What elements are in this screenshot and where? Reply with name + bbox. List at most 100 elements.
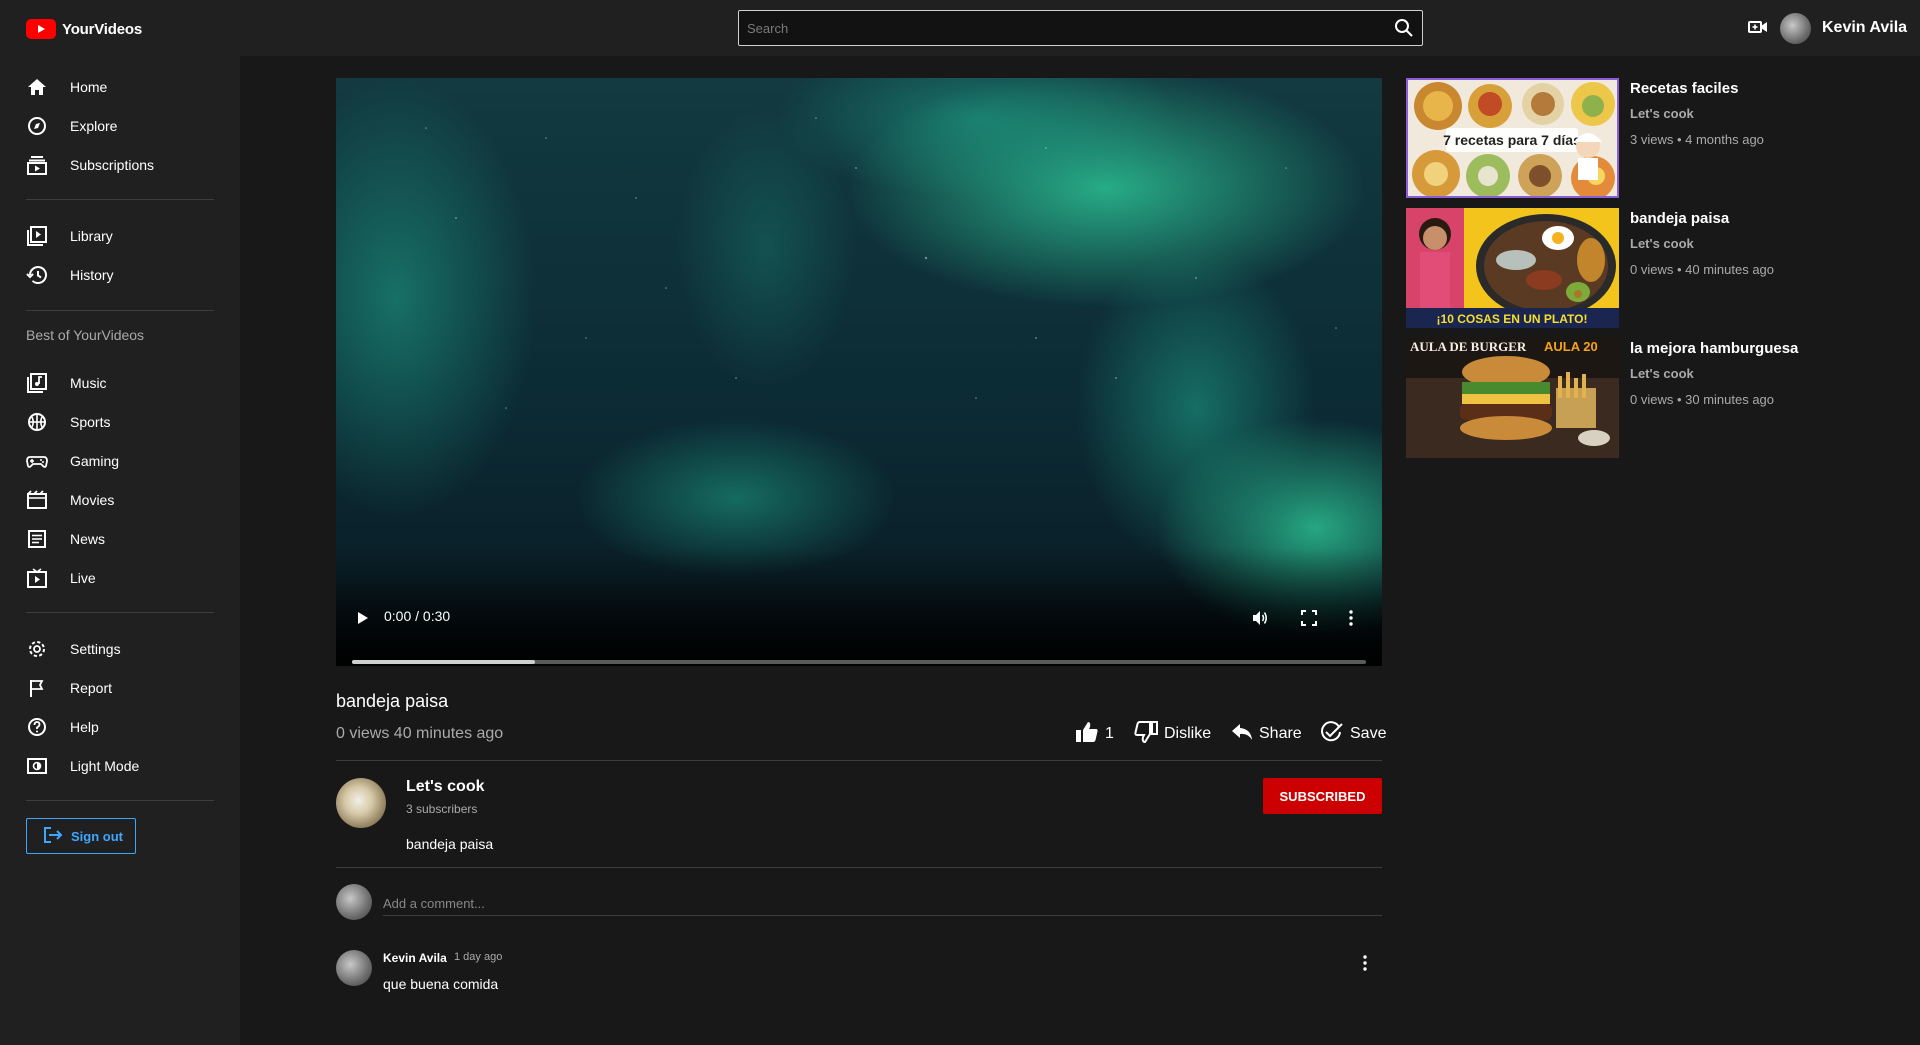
save-button[interactable]: Save: [1320, 720, 1387, 748]
sidebar-item-history[interactable]: History: [0, 256, 240, 294]
sidebar-item-music[interactable]: Music: [0, 364, 240, 402]
sidebar-item-label: Settings: [70, 641, 121, 657]
like-button[interactable]: 1: [1075, 721, 1114, 746]
recommendation-thumbnail: 7 recetas para 7 días: [1406, 78, 1619, 198]
sidebar-item-home[interactable]: Home: [0, 68, 240, 106]
subscribe-button[interactable]: SUBSCRIBED: [1263, 778, 1382, 814]
comment-more-icon[interactable]: [1362, 954, 1374, 974]
music-icon: [26, 373, 48, 393]
sidebar-item-label: Sports: [70, 414, 111, 430]
recommendation-title: bandeja paisa: [1630, 210, 1730, 227]
sidebar-item-label: Light Mode: [70, 758, 140, 774]
create-video-icon[interactable]: [1748, 19, 1768, 40]
comment-author-avatar[interactable]: [336, 950, 372, 986]
sidebar: Home Explore Subscriptions Library Histo…: [0, 56, 240, 1045]
channel-name[interactable]: Let's cook: [406, 778, 485, 796]
share-button[interactable]: Share: [1231, 722, 1302, 746]
sidebar-item-gaming[interactable]: Gaming: [0, 442, 240, 480]
sign-out-label: Sign out: [71, 828, 123, 844]
sidebar-item-help[interactable]: Help: [0, 708, 240, 746]
sidebar-item-explore[interactable]: Explore: [0, 107, 240, 145]
divider: [26, 800, 214, 801]
sidebar-item-report[interactable]: Report: [0, 669, 240, 707]
section-title-best-of: Best of YourVideos: [26, 327, 145, 343]
logo-play-icon: [26, 19, 56, 39]
comment-user-avatar: [336, 884, 372, 920]
video-frame-aurora: [336, 78, 1382, 666]
video-player[interactable]: 0:00 / 0:30: [336, 78, 1382, 666]
search-icon[interactable]: [1394, 18, 1414, 38]
dislike-button[interactable]: Dislike: [1134, 720, 1212, 748]
user-name[interactable]: Kevin Avila: [1822, 19, 1907, 37]
sidebar-item-subscriptions[interactable]: Subscriptions: [0, 146, 240, 184]
play-icon[interactable]: [356, 610, 370, 631]
sidebar-item-live[interactable]: Live: [0, 559, 240, 597]
user-avatar[interactable]: [1780, 13, 1811, 44]
sidebar-item-light-mode[interactable]: Light Mode: [0, 747, 240, 785]
thumbs-down-icon: [1134, 720, 1158, 748]
progress-bar[interactable]: [352, 660, 1366, 664]
movies-icon: [26, 490, 48, 510]
save-label: Save: [1350, 725, 1387, 742]
video-description: bandeja paisa: [406, 836, 494, 852]
live-icon: [26, 568, 48, 588]
gaming-icon: [26, 451, 48, 471]
top-bar: YourVideos Kevin Avila: [0, 0, 1920, 56]
sidebar-item-news[interactable]: News: [0, 520, 240, 558]
sign-out-button[interactable]: Sign out: [26, 818, 136, 854]
recommendation-meta: 0 views • 30 minutes ago: [1630, 392, 1775, 407]
sidebar-item-label: Gaming: [70, 453, 120, 469]
dislike-label: Dislike: [1164, 725, 1212, 742]
history-icon: [26, 265, 48, 285]
sidebar-item-movies[interactable]: Movies: [0, 481, 240, 519]
recommendation-item[interactable]: 7 recetas para 7 días Recetas faciles Le…: [1406, 78, 1806, 198]
comment-text: que buena comida: [383, 976, 499, 992]
sidebar-item-label: Library: [70, 228, 113, 244]
save-icon: [1320, 720, 1344, 748]
sidebar-item-label: Help: [70, 719, 99, 735]
recommendation-channel: Let's cook: [1630, 366, 1694, 381]
comment-author[interactable]: Kevin Avila: [383, 951, 447, 965]
fullscreen-icon[interactable]: [1301, 610, 1317, 631]
subscriptions-icon: [26, 155, 48, 175]
app-logo[interactable]: YourVideos: [26, 19, 142, 39]
share-icon: [1231, 722, 1253, 747]
divider: [26, 199, 214, 200]
recommendation-thumbnail: ¡10 COSAS EN UN PLATO!: [1406, 208, 1619, 328]
sidebar-item-settings[interactable]: Settings: [0, 630, 240, 668]
sidebar-item-label: History: [70, 267, 114, 283]
recommendation-thumbnail: AULA DE BURGER AULA 20: [1406, 338, 1619, 458]
recommendation-title: la mejora hamburguesa: [1630, 340, 1799, 357]
recommendation-title: Recetas faciles: [1630, 80, 1739, 97]
recommendation-meta: 0 views • 40 minutes ago: [1630, 262, 1775, 277]
gear-icon: [26, 639, 48, 659]
sidebar-item-label: Home: [70, 79, 108, 95]
player-controls: 0:00 / 0:30: [336, 598, 1382, 666]
divider: [336, 760, 1382, 761]
progress-bar-fill: [352, 660, 535, 664]
library-icon: [26, 226, 48, 246]
thumbnail-caption: 7 recetas para 7 días: [1443, 132, 1581, 148]
sidebar-item-library[interactable]: Library: [0, 217, 240, 255]
recommendation-item[interactable]: AULA DE BURGER AULA 20 la mejora hamburg…: [1406, 338, 1806, 458]
compass-icon: [26, 116, 48, 136]
search-input[interactable]: [739, 11, 1379, 45]
divider: [26, 310, 214, 311]
more-options-icon[interactable]: [1348, 609, 1354, 632]
comment-time: 1 day ago: [454, 951, 503, 963]
thumbnail-caption: AULA DE BURGER: [1410, 339, 1527, 354]
light-mode-icon: [26, 756, 48, 776]
recommendation-item[interactable]: ¡10 COSAS EN UN PLATO! bandeja paisa Let…: [1406, 208, 1806, 328]
recommendation-channel: Let's cook: [1630, 106, 1694, 121]
divider: [26, 612, 214, 613]
channel-avatar[interactable]: [336, 778, 386, 828]
sign-out-icon: [43, 826, 63, 846]
video-meta: 0 views 40 minutes ago: [336, 725, 504, 742]
comment-input[interactable]: [383, 892, 1382, 916]
news-icon: [26, 529, 48, 549]
app-name: YourVideos: [62, 20, 142, 38]
sidebar-item-sports[interactable]: Sports: [0, 403, 240, 441]
volume-icon[interactable]: [1251, 609, 1269, 632]
time-display: 0:00 / 0:30: [384, 608, 451, 624]
sidebar-item-label: News: [70, 531, 106, 547]
